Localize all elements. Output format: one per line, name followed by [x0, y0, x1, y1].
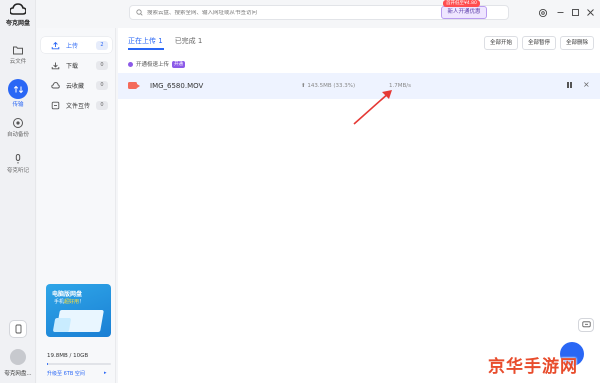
- minimize-icon: [557, 12, 564, 13]
- search-icon: [136, 9, 143, 16]
- subnav-label: 下载: [66, 62, 79, 70]
- rail-item-label: 自动备份: [6, 132, 29, 138]
- settings-button[interactable]: [537, 7, 548, 18]
- site-watermark: 京华手游网: [488, 357, 578, 377]
- feedback-button[interactable]: [578, 318, 594, 332]
- left-rail: 夸克网盘 云文件 传输 自动备份 夸克听记 夸克网盘...: [0, 0, 36, 383]
- tab-uploading[interactable]: 正在上传 1: [128, 36, 163, 46]
- active-tab-indicator: [128, 48, 164, 50]
- upload-progress-text: ⬆ 143.5MB (33.3%): [301, 83, 356, 89]
- count-badge: 0: [96, 80, 108, 90]
- speedup-text: 开通极速上传: [136, 62, 170, 68]
- subnav-item-file-transfer[interactable]: 文件互传 0: [41, 97, 112, 113]
- download-icon: [51, 61, 60, 70]
- file-name: IMG_6580.MOV: [150, 82, 204, 90]
- speedup-upload-promo[interactable]: 开通极速上传 开通: [128, 60, 186, 68]
- rail-item-label: 传输: [12, 102, 24, 108]
- chevron-right-icon: ▸: [104, 370, 107, 376]
- upload-list-panel: 正在上传 1 已完成 1 全部开始 全部暂停 全部删除 开通极速上传 开通 IM…: [118, 28, 600, 383]
- desktop-app-promo-banner[interactable]: 电脑版网盘 手机超好用！: [46, 284, 111, 337]
- upload-tabs: 正在上传 1 已完成 1: [128, 36, 202, 46]
- storage-bar: [47, 363, 111, 365]
- subnav-label: 云收藏: [66, 82, 85, 90]
- upgrade-storage-link[interactable]: 升级至 6TB 空间: [47, 370, 85, 377]
- close-window-button[interactable]: [585, 7, 596, 18]
- promo-title: 电脑版网盘: [52, 291, 83, 298]
- upload-icon: [51, 41, 60, 50]
- subnav-item-upload[interactable]: 上传 2: [41, 37, 112, 53]
- subnav-item-cloud-collect[interactable]: 云收藏 0: [41, 77, 112, 93]
- rail-item-cloud-files[interactable]: 云文件: [0, 44, 36, 65]
- delete-all-button[interactable]: 全部删除: [560, 36, 594, 50]
- chat-icon: [581, 321, 591, 328]
- close-icon: [587, 9, 594, 16]
- promo-subtitle: 手机超好用！: [54, 299, 85, 305]
- transfer-icon: [13, 85, 23, 93]
- avatar[interactable]: [10, 349, 26, 365]
- rail-item-label: 云文件: [9, 59, 27, 65]
- vip-price-badge: 首开低至¥4.80: [443, 0, 480, 7]
- minimize-button[interactable]: [555, 7, 566, 18]
- transfer-icon-wrap: [8, 79, 28, 99]
- video-file-icon: [128, 82, 140, 89]
- file-transfer-icon: [51, 101, 60, 110]
- storage-bar-fill: [47, 363, 49, 365]
- maximize-button[interactable]: [570, 7, 581, 18]
- subnav-label: 文件互传: [66, 102, 91, 110]
- count-badge: 2: [96, 40, 108, 50]
- gear-icon: [538, 8, 547, 17]
- phone-sync-button[interactable]: [9, 320, 27, 338]
- count-badge: 0: [96, 100, 108, 110]
- speedup-open-tag[interactable]: 开通: [172, 60, 186, 68]
- top-bar: [37, 0, 600, 26]
- vip-diamond-icon: [128, 61, 133, 67]
- quark-logo-icon: [10, 3, 26, 15]
- subnav-item-download[interactable]: 下载 0: [41, 57, 112, 73]
- tab-completed[interactable]: 已完成 1: [175, 36, 203, 46]
- cloud-collect-icon: [51, 81, 60, 90]
- rail-item-auto-backup[interactable]: 自动备份: [0, 117, 36, 138]
- subnav-label: 上传: [66, 42, 79, 50]
- start-all-button[interactable]: 全部开始: [484, 36, 518, 50]
- rail-item-transfer[interactable]: 传输: [0, 79, 36, 108]
- annotation-arrow-icon: [353, 90, 392, 125]
- phone-icon: [15, 324, 21, 334]
- mic-icon: [15, 154, 21, 164]
- count-badge: 0: [96, 60, 108, 70]
- user-name[interactable]: 夸克网盘...: [0, 369, 36, 377]
- rail-item-label: 夸克听记: [6, 168, 29, 174]
- rail-item-quark-notes[interactable]: 夸克听记: [0, 153, 36, 174]
- backup-icon: [13, 118, 23, 128]
- pause-all-button[interactable]: 全部暂停: [522, 36, 556, 50]
- maximize-icon: [572, 9, 579, 16]
- pause-icon[interactable]: [567, 82, 574, 89]
- storage-usage-text: 19.8MB / 10GB: [47, 353, 89, 359]
- app-name: 夸克网盘: [5, 20, 30, 27]
- vip-promo-button[interactable]: 新人开通优惠: [441, 6, 487, 19]
- cancel-upload-icon[interactable]: ×: [583, 81, 590, 89]
- folder-icon: [13, 46, 23, 55]
- promo-phone-illustration: [52, 318, 72, 332]
